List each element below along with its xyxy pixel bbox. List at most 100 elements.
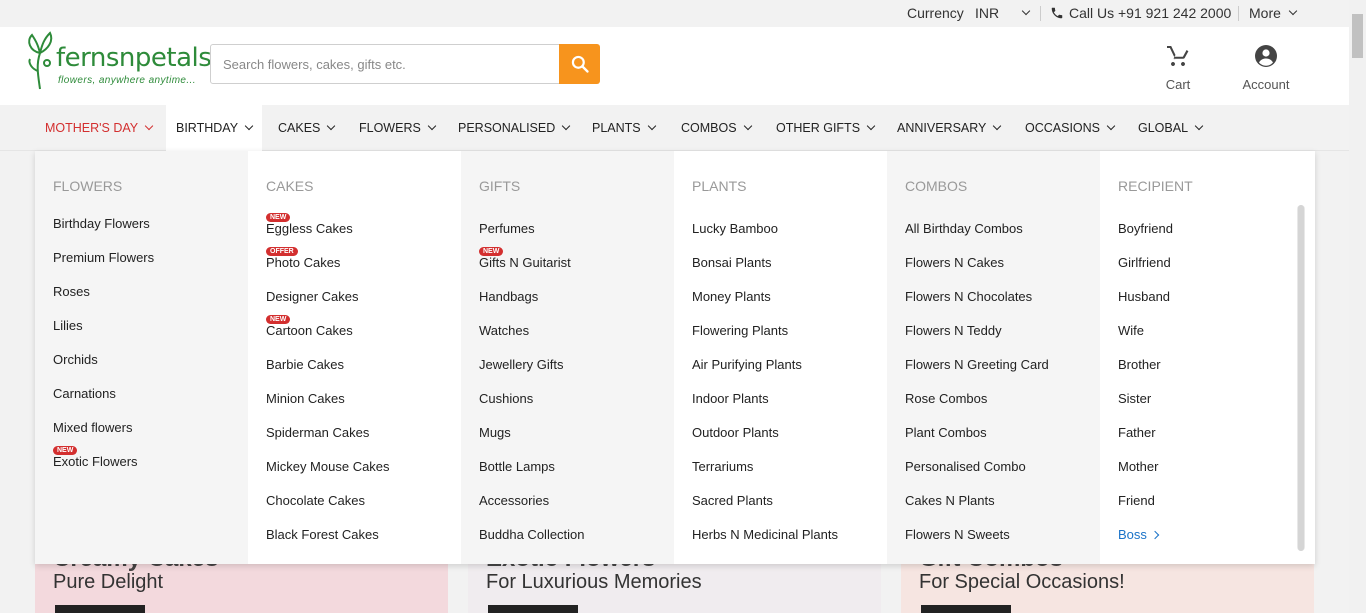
cart-button[interactable]: Cart bbox=[1138, 44, 1218, 92]
menu-link-label: Plant Combos bbox=[905, 425, 987, 440]
nav-item-plants[interactable]: PLANTS bbox=[582, 105, 665, 151]
menu-link[interactable]: Sacred Plants bbox=[692, 493, 773, 508]
nav-item-anniversary[interactable]: ANNIVERSARY bbox=[887, 105, 1010, 151]
menu-link[interactable]: Boyfriend bbox=[1118, 221, 1173, 236]
menu-link[interactable]: Wife bbox=[1118, 323, 1144, 338]
menu-link[interactable]: Money Plants bbox=[692, 289, 771, 304]
menu-link-label: Terrariums bbox=[692, 459, 754, 474]
nav-item-personalised[interactable]: PERSONALISED bbox=[448, 105, 579, 151]
menu-link-label: Photo Cakes bbox=[266, 255, 341, 270]
menu-link[interactable]: Mixed flowers bbox=[53, 420, 132, 435]
menu-link[interactable]: Personalised Combo bbox=[905, 459, 1026, 474]
search-input[interactable] bbox=[210, 44, 560, 84]
page-scrollbar[interactable] bbox=[1349, 0, 1366, 613]
nav-item-birthday[interactable]: BIRTHDAY bbox=[166, 105, 263, 151]
menu-scrollbar[interactable] bbox=[1297, 205, 1305, 551]
menu-link[interactable]: Air Purifying Plants bbox=[692, 357, 802, 372]
menu-link-label: Barbie Cakes bbox=[266, 357, 345, 372]
menu-link[interactable]: Accessories bbox=[479, 493, 549, 508]
account-button[interactable]: Account bbox=[1226, 44, 1306, 92]
menu-link[interactable]: Indoor Plants bbox=[692, 391, 769, 406]
menu-link[interactable]: Mickey Mouse Cakes bbox=[266, 459, 390, 474]
menu-link[interactable]: All Birthday Combos bbox=[905, 221, 1023, 236]
menu-link[interactable]: Designer Cakes bbox=[266, 289, 359, 304]
menu-link[interactable]: Flowers N Cakes bbox=[905, 255, 1004, 270]
menu-link[interactable]: Photo Cakes bbox=[266, 255, 340, 270]
nav-item-mothers-day[interactable]: MOTHER'S DAY bbox=[35, 105, 162, 151]
menu-link-label: Herbs N Medicinal Plants bbox=[692, 527, 838, 542]
scrollbar-thumb[interactable] bbox=[1298, 205, 1304, 551]
menu-link[interactable]: Friend bbox=[1118, 493, 1155, 508]
menu-link[interactable]: Eggless Cakes bbox=[266, 221, 353, 236]
menu-link[interactable]: Minion Cakes bbox=[266, 391, 345, 406]
menu-link[interactable]: Premium Flowers bbox=[53, 250, 154, 265]
menu-link-label: Buddha Collection bbox=[479, 527, 585, 542]
menu-link[interactable]: Boss bbox=[1118, 527, 1160, 542]
promo-button[interactable] bbox=[55, 605, 145, 613]
promo-button[interactable] bbox=[921, 605, 1011, 613]
menu-link[interactable]: Cartoon Cakes bbox=[266, 323, 353, 338]
menu-link-label: Bonsai Plants bbox=[692, 255, 772, 270]
menu-link[interactable]: Cakes N Plants bbox=[905, 493, 995, 508]
menu-link[interactable]: Flowers N Teddy bbox=[905, 323, 1002, 338]
menu-link[interactable]: Flowers N Sweets bbox=[905, 527, 1010, 542]
menu-link-label: Flowers N Greeting Card bbox=[905, 357, 1049, 372]
menu-link[interactable]: Girlfriend bbox=[1118, 255, 1171, 270]
menu-link[interactable]: Birthday Flowers bbox=[53, 216, 150, 231]
menu-link[interactable]: Orchids bbox=[53, 352, 98, 367]
nav-item-flowers[interactable]: FLOWERS bbox=[349, 105, 445, 151]
menu-link-label: Mixed flowers bbox=[53, 420, 133, 435]
menu-link[interactable]: Roses bbox=[53, 284, 90, 299]
menu-link[interactable]: Carnations bbox=[53, 386, 116, 401]
currency-select[interactable]: INR bbox=[975, 5, 1031, 21]
menu-link[interactable]: Plant Combos bbox=[905, 425, 987, 440]
menu-link[interactable]: Lucky Bamboo bbox=[692, 221, 778, 236]
menu-link-label: Cushions bbox=[479, 391, 534, 406]
promo-button[interactable] bbox=[488, 605, 578, 613]
menu-link[interactable]: Exotic Flowers bbox=[53, 454, 138, 469]
menu-link[interactable]: Mother bbox=[1118, 459, 1158, 474]
chevron-down-icon bbox=[144, 121, 154, 131]
menu-link[interactable]: Jewellery Gifts bbox=[479, 357, 564, 372]
menu-link[interactable]: Cushions bbox=[479, 391, 533, 406]
nav-item-other-gifts[interactable]: OTHER GIFTS bbox=[766, 105, 884, 151]
call-us-link[interactable]: Call Us +91 921 242 2000 bbox=[1050, 5, 1231, 21]
menu-link[interactable]: Chocolate Cakes bbox=[266, 493, 365, 508]
menu-link-label: Friend bbox=[1118, 493, 1155, 508]
menu-link[interactable]: Rose Combos bbox=[905, 391, 987, 406]
menu-link[interactable]: Father bbox=[1118, 425, 1156, 440]
menu-link[interactable]: Handbags bbox=[479, 289, 538, 304]
menu-link[interactable]: Perfumes bbox=[479, 221, 535, 236]
menu-link[interactable]: Lilies bbox=[53, 318, 83, 333]
scrollbar-thumb[interactable] bbox=[1352, 14, 1363, 58]
search-button[interactable] bbox=[559, 44, 600, 84]
menu-link[interactable]: Sister bbox=[1118, 391, 1151, 406]
menu-link[interactable]: Buddha Collection bbox=[479, 527, 585, 542]
menu-link[interactable]: Barbie Cakes bbox=[266, 357, 344, 372]
menu-link[interactable]: Gifts N Guitarist bbox=[479, 255, 571, 270]
menu-link[interactable]: Brother bbox=[1118, 357, 1161, 372]
menu-link[interactable]: Outdoor Plants bbox=[692, 425, 779, 440]
search-icon bbox=[571, 55, 589, 73]
menu-link[interactable]: Flowers N Greeting Card bbox=[905, 357, 1049, 372]
nav-item-global[interactable]: GLOBAL bbox=[1128, 105, 1212, 151]
menu-link[interactable]: Flowers N Chocolates bbox=[905, 289, 1032, 304]
site-logo[interactable]: fernsnpetals flowers, anywhere anytime..… bbox=[24, 31, 212, 91]
nav-item-cakes[interactable]: CAKES bbox=[268, 105, 344, 151]
menu-link[interactable]: Watches bbox=[479, 323, 529, 338]
menu-link[interactable]: Bottle Lamps bbox=[479, 459, 555, 474]
menu-link-label: Flowers N Chocolates bbox=[905, 289, 1033, 304]
menu-link-label: Mother bbox=[1118, 459, 1159, 474]
menu-link[interactable]: Husband bbox=[1118, 289, 1170, 304]
nav-item-occasions[interactable]: OCCASIONS bbox=[1015, 105, 1124, 151]
nav-item-combos[interactable]: COMBOS bbox=[671, 105, 761, 151]
menu-link-label: Personalised Combo bbox=[905, 459, 1026, 474]
menu-link[interactable]: Mugs bbox=[479, 425, 511, 440]
menu-link[interactable]: Spiderman Cakes bbox=[266, 425, 369, 440]
menu-link[interactable]: Flowering Plants bbox=[692, 323, 788, 338]
more-menu[interactable]: More bbox=[1249, 5, 1298, 21]
menu-link[interactable]: Black Forest Cakes bbox=[266, 527, 379, 542]
menu-link[interactable]: Herbs N Medicinal Plants bbox=[692, 527, 838, 542]
menu-link[interactable]: Bonsai Plants bbox=[692, 255, 772, 270]
menu-link[interactable]: Terrariums bbox=[692, 459, 753, 474]
